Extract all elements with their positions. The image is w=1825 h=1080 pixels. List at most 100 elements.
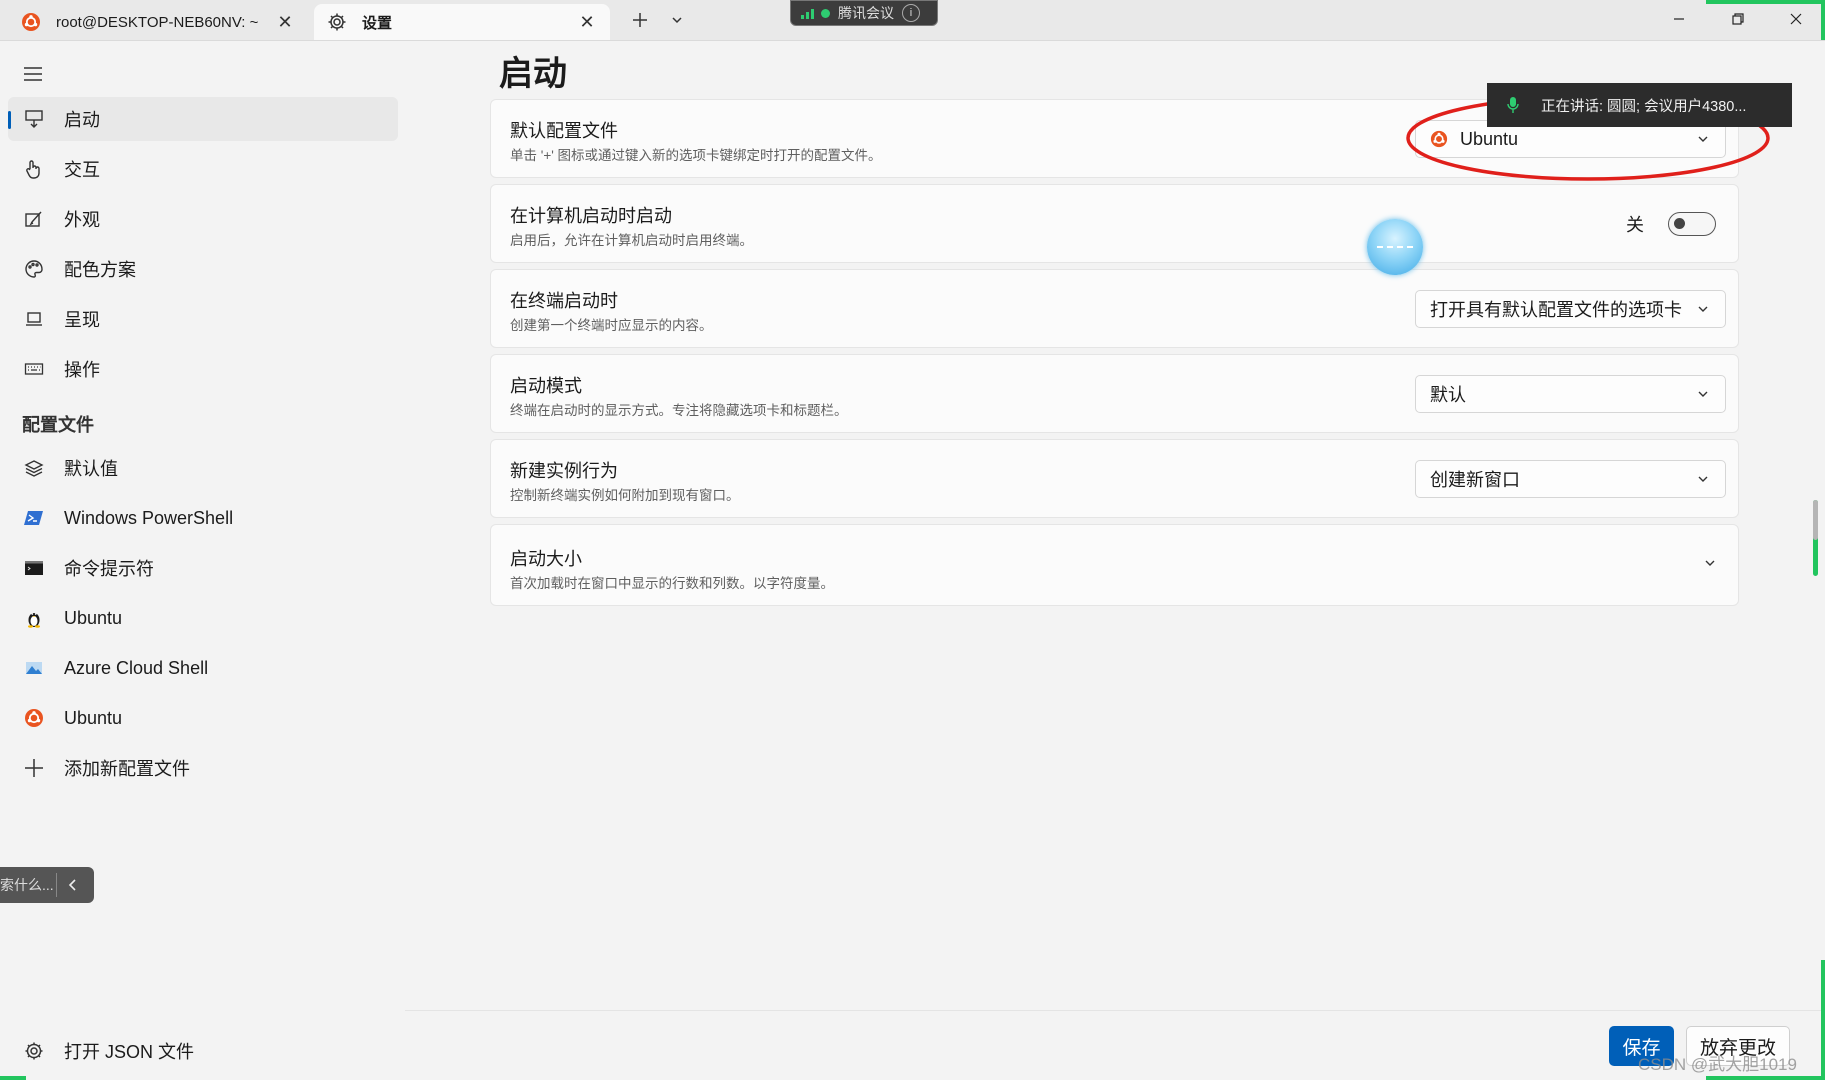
sidebar-item-label: 呈现 <box>64 310 100 330</box>
setting-description: 启用后，允许在计算机启动时启用终端。 <box>510 233 753 248</box>
setting-launch-mode: 启动模式 终端在启动时的显示方式。专注将隐藏选项卡和标题栏。 默认 <box>490 354 1739 433</box>
setting-description: 终端在启动时的显示方式。专注将隐藏选项卡和标题栏。 <box>510 403 848 418</box>
setting-title: 默认配置文件 <box>510 121 618 141</box>
brush-icon <box>22 207 46 231</box>
ubuntu-icon <box>20 11 42 33</box>
tux-icon <box>22 606 46 630</box>
setting-description: 创建第一个终端时应显示的内容。 <box>510 318 713 333</box>
terminal-startup-dropdown[interactable]: 打开具有默认配置文件的选项卡 <box>1415 290 1726 328</box>
ubuntu-icon <box>1430 129 1450 149</box>
dropdown-value: 创建新窗口 <box>1430 470 1520 490</box>
microphone-icon <box>1503 95 1523 115</box>
sidebar-item-cmd[interactable]: 命令提示符 <box>8 546 398 590</box>
setting-title: 启动大小 <box>510 549 582 569</box>
sidebar-item-label: 配色方案 <box>64 260 136 280</box>
dropdown-value: 打开具有默认配置文件的选项卡 <box>1430 300 1682 320</box>
restore-icon <box>1732 13 1744 25</box>
sidebar-item-rendering[interactable]: 呈现 <box>8 297 398 341</box>
meeting-badge[interactable]: 腾讯会议 i <box>790 0 938 26</box>
gear-icon <box>22 1039 46 1063</box>
sidebar-item-add-profile[interactable]: 添加新配置文件 <box>8 746 398 790</box>
minimize-button[interactable] <box>1650 0 1708 38</box>
page-title: 启动 <box>499 55 567 93</box>
share-border-right-bottom <box>1821 960 1825 1080</box>
chevron-down-icon <box>1695 301 1711 317</box>
launch-mode-dropdown[interactable]: 默认 <box>1415 375 1726 413</box>
close-icon <box>1790 13 1802 25</box>
dropdown-value: Ubuntu <box>1460 128 1519 149</box>
tab-settings[interactable]: 设置 ✕ <box>314 4 610 40</box>
sidebar-item-label: Ubuntu <box>64 707 123 728</box>
speaking-text: 正在讲话: 圆圆; 会议用户4380... <box>1541 98 1747 115</box>
sidebar-item-label: Windows PowerShell <box>64 507 234 528</box>
close-icon[interactable]: ✕ <box>274 11 296 33</box>
setting-on-terminal-startup: 在终端启动时 创建第一个终端时应显示的内容。 打开具有默认配置文件的选项卡 <box>490 269 1739 348</box>
share-border-top <box>1706 0 1825 4</box>
tab-terminal[interactable]: root@DESKTOP-NEB60NV: ~ ✕ <box>8 4 308 40</box>
sidebar-item-label: 交互 <box>64 160 100 180</box>
sidebar-item-label: 外观 <box>64 210 100 230</box>
sidebar-item-defaults[interactable]: 默认值 <box>8 446 398 490</box>
sidebar-item-label: Azure Cloud Shell <box>64 657 209 678</box>
plus-icon <box>633 13 647 27</box>
search-tooltip[interactable]: 索什么... <box>0 867 94 903</box>
menu-icon[interactable] <box>20 61 46 87</box>
monitor-icon <box>22 307 46 331</box>
sidebar-item-startup[interactable]: 启动 <box>8 97 398 141</box>
sidebar-item-powershell[interactable]: Windows PowerShell <box>8 496 398 540</box>
startup-toggle-group: 关 <box>1626 211 1716 237</box>
close-window-button[interactable] <box>1767 0 1825 38</box>
sidebar-item-azure[interactable]: Azure Cloud Shell <box>8 646 398 690</box>
keyboard-icon <box>22 357 46 381</box>
toggle-knob <box>1674 218 1685 229</box>
toggle-state-label: 关 <box>1626 215 1644 235</box>
status-dot <box>821 8 830 18</box>
tab-dropdown-button[interactable] <box>662 6 692 34</box>
meeting-label: 腾讯会议 <box>838 5 894 21</box>
scrollbar-track[interactable] <box>1813 500 1818 540</box>
chevron-down-icon <box>1695 131 1711 147</box>
plus-icon <box>22 756 46 780</box>
startup-icon <box>22 107 46 131</box>
gear-icon <box>326 11 348 33</box>
setting-description: 首次加载时在窗口中显示的行数和列数。以字符度量。 <box>510 576 834 591</box>
startup-toggle[interactable] <box>1668 212 1716 236</box>
sidebar-item-label: 添加新配置文件 <box>64 759 190 779</box>
speaking-indicator: 正在讲话: 圆圆; 会议用户4380... <box>1487 83 1792 127</box>
selection-indicator <box>8 111 11 129</box>
open-json-label: 打开 JSON 文件 <box>64 1042 195 1062</box>
floating-assistant-orb[interactable] <box>1367 219 1423 275</box>
profiles-section-header: 配置文件 <box>22 415 94 435</box>
setting-description: 控制新终端实例如何附加到现有窗口。 <box>510 488 740 503</box>
sidebar-item-interaction[interactable]: 交互 <box>8 147 398 191</box>
sidebar-item-label: Ubuntu <box>64 607 123 628</box>
sidebar: 启动 交互 外观 配色方案 呈现 操作 配置文件 默认值 Windows Pow… <box>0 41 405 1080</box>
close-icon[interactable]: ✕ <box>576 11 598 33</box>
share-border-bottom-left <box>0 1076 26 1080</box>
open-json-link[interactable]: 打开 JSON 文件 <box>22 1038 194 1064</box>
sidebar-item-actions[interactable]: 操作 <box>8 347 398 391</box>
setting-launch-size[interactable]: 启动大小 首次加载时在窗口中显示的行数和列数。以字符度量。 <box>490 524 1739 606</box>
restore-button[interactable] <box>1709 0 1767 38</box>
sidebar-item-appearance[interactable]: 外观 <box>8 197 398 241</box>
tab-label: 设置 <box>362 14 393 32</box>
chevron-down-icon <box>1695 471 1711 487</box>
sidebar-item-ubuntu[interactable]: Ubuntu <box>8 696 398 740</box>
new-tab-button[interactable] <box>625 6 655 34</box>
setting-title: 启动模式 <box>510 376 582 396</box>
cmd-icon <box>22 556 46 580</box>
chevron-left-icon <box>68 879 76 891</box>
chevron-down-icon <box>1695 386 1711 402</box>
pointer-hand-icon <box>22 157 46 181</box>
info-icon[interactable]: i <box>902 4 920 22</box>
sidebar-item-color-schemes[interactable]: 配色方案 <box>8 247 398 291</box>
share-border-right-top <box>1821 0 1825 40</box>
sidebar-item-ubuntu-wsl[interactable]: Ubuntu <box>8 596 398 640</box>
setting-title: 新建实例行为 <box>510 461 618 481</box>
watermark: CSDN @武大胆1019 <box>1638 1055 1797 1074</box>
setting-new-instance-behavior: 新建实例行为 控制新终端实例如何附加到现有窗口。 创建新窗口 <box>490 439 1739 518</box>
chevron-down-icon[interactable] <box>1702 555 1718 571</box>
new-instance-dropdown[interactable]: 创建新窗口 <box>1415 460 1726 498</box>
powershell-icon <box>22 506 46 530</box>
setting-description: 单击 '+' 图标或通过键入新的选项卡键绑定时打开的配置文件。 <box>510 148 882 163</box>
